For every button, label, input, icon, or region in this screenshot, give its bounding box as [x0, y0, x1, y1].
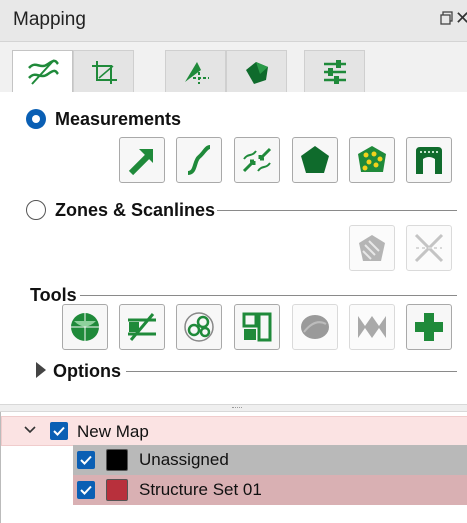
tree-row-structure-set[interactable]: Structure Set 01 [73, 475, 467, 505]
checkmark-icon [80, 485, 92, 495]
crop-axes-icon [91, 60, 117, 84]
unassigned-checkbox[interactable] [77, 451, 95, 469]
tools-divider [80, 295, 457, 296]
unassigned-color-swatch[interactable] [106, 449, 128, 471]
mapping-panel: Measurements Zones & Scanlines Tools Opt… [0, 92, 467, 404]
tab-measurements[interactable] [12, 50, 73, 93]
s-curve-icon [187, 145, 211, 175]
tab-solids[interactable] [226, 50, 287, 92]
tree-row-unassigned[interactable]: Unassigned [73, 445, 467, 475]
measurement-curves-icon [27, 59, 59, 85]
sphere-tool-button[interactable] [292, 304, 338, 350]
plane-intersect-tool-button[interactable] [119, 304, 165, 350]
ring-set-tool-button[interactable] [176, 304, 222, 350]
hatched-polygon-icon [359, 235, 385, 261]
crossed-lines-tool-button[interactable] [406, 225, 452, 271]
tree-row-new-map[interactable]: New Map [1, 416, 467, 446]
dotted-polygon-icon [358, 146, 386, 172]
tools-label: Tools [30, 285, 77, 305]
chevron-down-icon[interactable] [24, 424, 36, 436]
stereonet-tool-button[interactable] [62, 304, 108, 350]
checkmark-icon [53, 426, 65, 436]
close-icon[interactable]: ✕ [455, 8, 467, 28]
zones-scanlines-label: Zones & Scanlines [55, 200, 216, 220]
arch-icon [416, 147, 442, 174]
panel-title: Mapping [13, 9, 86, 30]
points-axis-icon [184, 61, 209, 84]
tab-settings[interactable] [304, 50, 365, 92]
add-tool-button[interactable] [406, 304, 452, 350]
structure-set-checkbox[interactable] [77, 481, 95, 499]
tab-points[interactable] [165, 50, 226, 92]
structure-set-color-swatch[interactable] [106, 479, 128, 501]
arrow-tool-button[interactable] [119, 137, 165, 183]
options-divider [126, 371, 457, 372]
arch-tool-button[interactable] [406, 137, 452, 183]
converge-tool-button[interactable] [234, 137, 280, 183]
options-expand-icon[interactable] [36, 362, 46, 378]
new-map-checkbox[interactable] [50, 422, 68, 440]
curve-tool-button[interactable] [176, 137, 222, 183]
panel-splitter[interactable] [0, 404, 467, 412]
zones-divider [217, 210, 457, 211]
pentagon-icon [301, 146, 329, 173]
settings-sliders-icon [323, 59, 346, 84]
unassigned-label: Unassigned [139, 450, 229, 469]
pentagon-tool-button[interactable] [292, 137, 338, 183]
tab-crop[interactable] [73, 50, 134, 92]
new-map-label: New Map [77, 422, 149, 441]
panel-titlebar: Mapping ✕ [0, 0, 467, 42]
ring-set-icon [184, 312, 214, 342]
plus-icon [415, 313, 443, 341]
zigzag-tool-button[interactable] [349, 304, 395, 350]
tiled-layout-icon [242, 312, 272, 342]
zigzag-icon [358, 316, 386, 338]
map-tree: New Map Unassigned Structure Set 01 [0, 412, 467, 523]
splitter-grip [232, 407, 242, 409]
sphere-icon [301, 315, 329, 339]
solid-polygon-icon [245, 61, 268, 84]
measurements-radio[interactable] [26, 109, 46, 129]
crossed-lines-icon [414, 233, 444, 263]
converge-lines-icon [242, 147, 272, 173]
hatched-polygon-tool-button[interactable] [349, 225, 395, 271]
tool-tabs [0, 42, 467, 134]
zones-scanlines-radio[interactable] [26, 200, 46, 220]
options-label[interactable]: Options [53, 361, 121, 382]
arrow-icon [128, 149, 153, 176]
plane-intersect-icon [128, 313, 156, 341]
tiled-layout-tool-button[interactable] [234, 304, 280, 350]
stereonet-icon [71, 313, 99, 341]
checkmark-icon [80, 455, 92, 465]
float-panel-icon[interactable] [439, 10, 455, 26]
measurements-label: Measurements [55, 109, 182, 129]
dotted-polygon-tool-button[interactable] [349, 137, 395, 183]
structure-set-label: Structure Set 01 [139, 480, 262, 499]
